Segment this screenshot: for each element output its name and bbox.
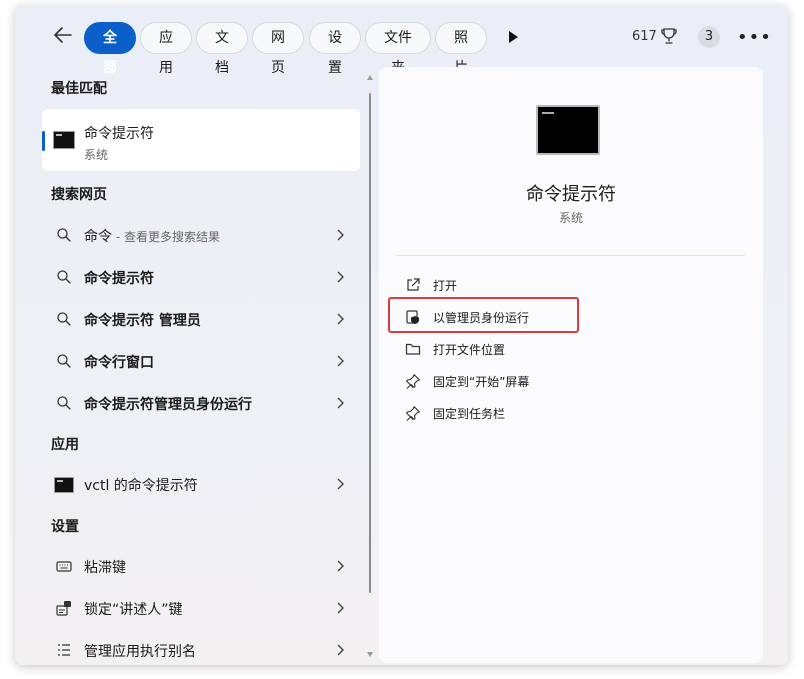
web-result-label: 命令提示符管理员身份运行	[84, 397, 252, 413]
action-open-file-location[interactable]: 打开文件位置	[395, 335, 595, 363]
scroll-up-arrow-icon[interactable]	[367, 75, 373, 80]
action-label: 打开文件位置	[433, 343, 506, 357]
settings-result-label: 锁定“讲述人”键	[84, 602, 183, 618]
annotation-highlight-box	[388, 297, 579, 333]
pin-icon	[405, 406, 421, 421]
command-prompt-icon	[53, 131, 75, 149]
action-label: 打开	[433, 279, 458, 293]
selection-accent	[42, 131, 45, 151]
action-label: 固定到任务栏	[433, 407, 506, 421]
chevron-right-icon	[337, 229, 344, 241]
action-pin-to-taskbar[interactable]: 固定到任务栏	[395, 399, 595, 427]
tab-folders[interactable]: 文件夹	[365, 22, 431, 76]
chevron-right-icon	[337, 560, 344, 572]
settings-result-label: 粘滞键	[84, 560, 126, 576]
detail-subtitle: 系统	[558, 211, 583, 225]
detail-title: 命令提示符	[526, 184, 616, 205]
list-icon	[58, 644, 70, 656]
pin-icon	[405, 374, 421, 389]
web-result-item[interactable]: 命令行窗口	[42, 342, 360, 380]
settings-result-item[interactable]: 管理应用执行别名	[42, 631, 360, 665]
search-icon	[57, 354, 71, 368]
command-prompt-large-icon	[536, 105, 600, 155]
tab-photos[interactable]: 照片	[435, 22, 487, 76]
web-result-label: 命令提示符 管理员	[84, 313, 201, 329]
chevron-right-icon	[337, 397, 344, 409]
filter-bar: 全部 应用 文档 网页 设置 文件夹 照片 617 3 •••	[15, 5, 788, 76]
scroll-down-arrow-icon[interactable]	[367, 652, 373, 657]
web-result-item[interactable]: 命令提示符管理员身份运行	[42, 384, 360, 422]
chevron-right-icon	[337, 313, 344, 325]
back-arrow-icon[interactable]	[51, 23, 75, 47]
tab-apps[interactable]: 应用	[140, 22, 192, 76]
action-pin-to-start[interactable]: 固定到“开始”屏幕	[395, 367, 595, 395]
section-best-match: 最佳匹配	[51, 81, 107, 97]
detail-panel: 命令提示符 系统 打开 以管理员身份运行 打开文件位置 固定到“开始”屏幕 固定…	[379, 67, 763, 663]
search-window: 全部 应用 文档 网页 设置 文件夹 照片 617 3 ••• 最佳匹配 命令提…	[15, 5, 788, 665]
web-result-label: 命令 - 查看更多搜索结果	[84, 229, 220, 245]
rewards-trophy-icon[interactable]	[661, 27, 677, 45]
best-match-card[interactable]: 命令提示符 系统	[42, 109, 360, 171]
web-result-item[interactable]: 命令 - 查看更多搜索结果	[42, 216, 360, 254]
settings-result-label: 管理应用执行别名	[84, 644, 196, 660]
app-result-label: vctl 的命令提示符	[84, 478, 198, 494]
action-open[interactable]: 打开	[395, 271, 595, 299]
chevron-right-icon	[337, 355, 344, 367]
settings-result-item[interactable]: 锁定“讲述人”键	[42, 589, 360, 627]
results-scrollbar[interactable]	[367, 75, 373, 657]
section-apps: 应用	[51, 437, 79, 453]
web-result-label: 命令提示符	[84, 271, 154, 287]
action-label: 固定到“开始”屏幕	[433, 375, 530, 389]
detail-divider	[395, 255, 745, 256]
folder-icon	[405, 343, 421, 355]
chevron-right-icon	[337, 478, 344, 490]
tab-all[interactable]: 全部	[84, 22, 136, 76]
web-result-label: 命令行窗口	[84, 355, 154, 371]
open-external-icon	[407, 278, 420, 291]
search-icon	[57, 396, 71, 410]
tab-web[interactable]: 网页	[252, 22, 304, 76]
search-icon	[57, 228, 71, 242]
rewards-points: 617	[632, 29, 657, 44]
scroll-thumb[interactable]	[369, 93, 371, 593]
tab-documents[interactable]: 文档	[196, 22, 248, 76]
narrator-lock-icon	[56, 601, 71, 616]
section-settings: 设置	[51, 519, 79, 535]
settings-result-item[interactable]: 粘滞键	[42, 547, 360, 585]
command-prompt-icon	[54, 477, 74, 493]
web-result-item[interactable]: 命令提示符 管理员	[42, 300, 360, 338]
more-options-button[interactable]: •••	[737, 27, 772, 48]
app-result-item[interactable]: vctl 的命令提示符	[42, 465, 360, 503]
more-filters-play-icon[interactable]	[506, 29, 520, 45]
tab-settings[interactable]: 设置	[309, 22, 361, 76]
best-match-subtitle: 系统	[84, 148, 109, 162]
section-web-search: 搜索网页	[51, 187, 107, 203]
search-icon	[57, 270, 71, 284]
best-match-name: 命令提示符	[84, 126, 154, 142]
keyboard-icon	[56, 561, 72, 572]
chevron-right-icon	[337, 602, 344, 614]
chevron-right-icon	[337, 271, 344, 283]
chevron-right-icon	[337, 644, 344, 656]
account-avatar[interactable]: 3	[698, 26, 720, 48]
web-result-item[interactable]: 命令提示符	[42, 258, 360, 296]
search-icon	[57, 312, 71, 326]
